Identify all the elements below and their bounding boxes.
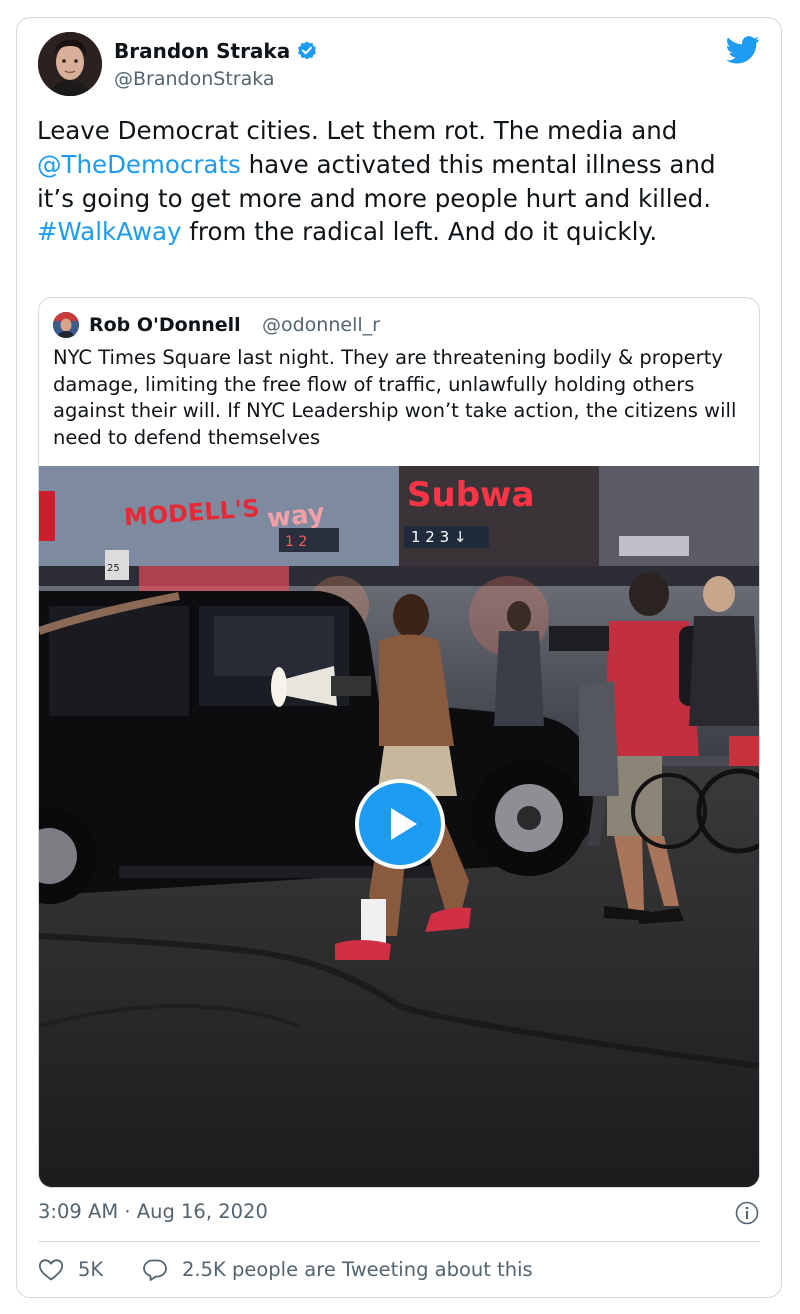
like-action[interactable]: 5K	[38, 1256, 103, 1284]
subway-sign: Subwa	[407, 475, 534, 515]
quoted-author-avatar[interactable]	[53, 312, 79, 338]
tweet-text-segment: Leave Democrat cities. Let them rot. The…	[37, 116, 678, 145]
divider	[38, 1241, 760, 1242]
quoted-author-handle[interactable]: @odonnell_r	[262, 312, 380, 338]
video-thumbnail[interactable]: MODELL'S way Subwa 1 2 3 ↓ 1 2 25	[39, 466, 759, 1187]
twitter-bird-icon[interactable]	[726, 36, 760, 64]
tweet-text-segment: from the radical left. And do it quickly…	[181, 217, 658, 247]
speed-sign: 25	[107, 563, 120, 574]
conversation-action[interactable]: 2.5K people are Tweeting about this	[142, 1256, 533, 1284]
author-avatar[interactable]	[38, 32, 102, 96]
mention-link[interactable]: @TheDemocrats	[37, 150, 241, 179]
svg-text:1 2: 1 2	[285, 534, 307, 550]
subway-lines: 1 2 3 ↓	[411, 528, 467, 546]
play-icon	[391, 808, 417, 840]
tweet-timestamp[interactable]: 3:09 AM · Aug 16, 2020	[38, 1198, 268, 1226]
author-handle[interactable]: @BrandonStraka	[114, 66, 275, 92]
speech-bubble-icon	[143, 1259, 167, 1281]
info-icon[interactable]	[735, 1201, 759, 1225]
author-name[interactable]: Brandon Straka	[114, 38, 318, 64]
quoted-tweet-text: NYC Times Square last night. They are th…	[53, 346, 737, 449]
author-name-text: Brandon Straka	[114, 39, 291, 63]
quoted-tweet[interactable]: Rob O'Donnell @odonnell_r NYC Times Squa…	[38, 297, 760, 1188]
like-count: 5K	[78, 1258, 104, 1281]
hashtag-link[interactable]: #WalkAway	[37, 217, 182, 246]
play-button[interactable]	[355, 779, 445, 869]
tweet-text: Leave Democrat cities. Let them rot. The…	[37, 114, 757, 249]
heart-icon	[38, 1259, 64, 1281]
verified-badge-icon	[298, 41, 317, 60]
conversation-text: 2.5K people are Tweeting about this	[182, 1258, 533, 1281]
quoted-author-name[interactable]: Rob O'Donnell	[89, 312, 241, 338]
